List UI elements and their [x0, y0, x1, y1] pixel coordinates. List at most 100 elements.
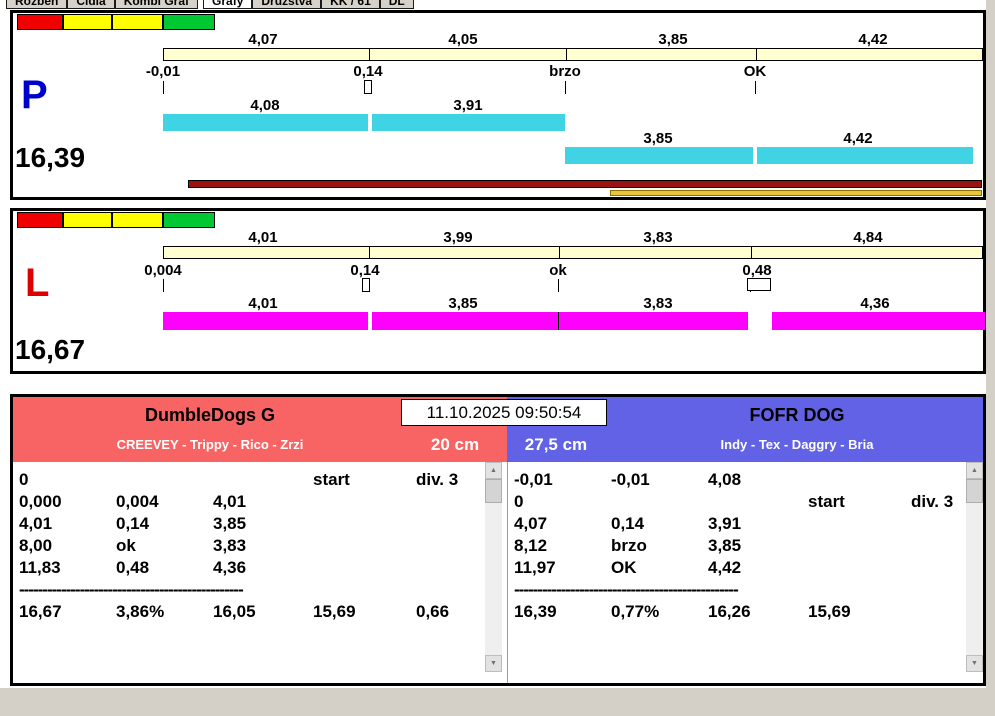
cell: 16,67	[19, 602, 62, 621]
cell: start	[313, 470, 350, 489]
table-row: -0,01 -0,01 4,08	[514, 470, 974, 490]
tick-mark	[558, 279, 559, 292]
cell: 0	[514, 492, 524, 511]
tick-label: -0,01	[145, 63, 181, 80]
cell: 0,004	[116, 492, 159, 511]
tick-label: 0,48	[742, 262, 772, 279]
cell: 8,12	[514, 536, 548, 555]
left-team-members: CREEVEY - Trippy - Rico - Zrzi	[116, 437, 304, 452]
cell	[313, 536, 416, 556]
ruler-divider	[369, 247, 370, 258]
progress-bar-gold	[610, 190, 982, 196]
legend-yellow-box	[63, 212, 112, 228]
segment-time: 3,83	[643, 295, 673, 312]
cell: ok	[116, 536, 136, 555]
timestamp-box: 11.10.2025 09:50:54	[401, 399, 607, 426]
time-bar-magenta	[772, 312, 985, 330]
cell: 0,77%	[611, 602, 660, 621]
cell: 4,01	[19, 514, 53, 533]
cell	[313, 514, 416, 534]
legend-red-box	[17, 14, 63, 30]
cell: 4,36	[213, 558, 247, 577]
cell: 4,07	[514, 514, 548, 533]
ruler-bar	[163, 246, 983, 259]
tab-bar: Rozbeh Cidla Kombi Graf Grafy Družstva K…	[6, 0, 566, 9]
cell: 3,85	[213, 514, 247, 533]
cell: 0,48	[116, 558, 150, 577]
table-total-row: 16,39 0,77% 16,26 15,69	[514, 602, 974, 622]
table-row: 8,00 ok 3,83	[19, 536, 479, 556]
legend-red-box	[17, 212, 63, 228]
ruler-divider	[756, 49, 757, 60]
marker-box	[364, 80, 372, 94]
tick-label: OK	[743, 63, 767, 80]
table-row: 11,83 0,48 4,36	[19, 558, 479, 578]
tab-kk-61[interactable]: KK / 61	[321, 0, 380, 9]
tick-mark	[565, 81, 566, 94]
tick-label: ok	[549, 262, 567, 279]
status-legend-l	[17, 212, 215, 228]
scrollbar-thumb[interactable]	[485, 479, 502, 503]
left-results-table: 0 start div. 3 0,000 0,004 4,01 4,01 0,1…	[13, 462, 502, 683]
panel-l: 4,01 3,99 3,83 4,84 0,004 0,14 ok 0,48 4…	[10, 208, 986, 374]
scrollbar[interactable]: ▲ ▼	[966, 462, 983, 672]
panel-p: 4,07 4,05 3,85 4,42 -0,01 0,14 brzo OK 4…	[10, 10, 986, 200]
table-separator: ----------------------------------------…	[514, 580, 739, 599]
scrollbar[interactable]: ▲ ▼	[485, 462, 502, 672]
right-jump-height: 27,5 cm	[524, 435, 588, 454]
right-team-members: Indy - Tex - Daggry - Bria	[720, 437, 874, 452]
ruler-value: 4,05	[448, 31, 478, 48]
tab-kombi-graf[interactable]: Kombi Graf	[114, 0, 199, 9]
status-legend-p	[17, 14, 215, 30]
cell	[808, 470, 911, 490]
cell	[808, 536, 911, 556]
scroll-up-icon[interactable]: ▲	[966, 462, 983, 479]
cell: 0,14	[611, 514, 645, 533]
ruler-value: 4,42	[858, 31, 888, 48]
tab-rozbeh[interactable]: Rozbeh	[6, 0, 68, 9]
cell	[416, 492, 496, 512]
cell	[313, 492, 416, 512]
scroll-down-icon[interactable]: ▼	[485, 655, 502, 672]
cell: 4,42	[708, 558, 742, 577]
tab-druzstva[interactable]: Družstva	[252, 0, 322, 9]
tab-cidla[interactable]: Cidla	[67, 0, 115, 9]
cell: 0,14	[116, 514, 150, 533]
segment-time: 4,01	[248, 295, 278, 312]
cell: 3,91	[708, 514, 742, 533]
ruler-value: 4,07	[248, 31, 278, 48]
scrollbar-thumb[interactable]	[966, 479, 983, 503]
cell: 16,39	[514, 602, 557, 621]
cell	[808, 514, 911, 534]
time-bar-cyan	[372, 114, 565, 131]
ruler-divider	[559, 247, 560, 258]
marker-box	[362, 278, 370, 292]
tab-dl[interactable]: DL	[379, 0, 414, 9]
table-row: 0 start div. 3	[19, 470, 479, 490]
legend-yellow-box-2	[112, 212, 163, 228]
segment-time: 3,85	[643, 130, 673, 147]
legend-yellow-box-2	[112, 14, 163, 30]
window-edge-right	[986, 0, 995, 690]
segment-time: 3,85	[448, 295, 478, 312]
cell: 4,08	[708, 470, 742, 489]
cell: 11,83	[19, 558, 61, 577]
table-row: 0 start div. 3	[514, 492, 974, 512]
time-bar-cyan	[565, 147, 753, 164]
cell	[416, 514, 496, 534]
ruler-divider	[369, 49, 370, 60]
legend-green-box	[163, 14, 215, 30]
cell: 0	[19, 470, 29, 489]
timestamp: 11.10.2025 09:50:54	[426, 402, 582, 422]
tab-row: Rozbeh Cidla Kombi Graf Grafy Družstva K…	[6, 0, 414, 9]
cell	[116, 470, 213, 490]
cell	[808, 558, 911, 578]
left-team-name: DumbleDogs G	[144, 405, 275, 425]
scroll-down-icon[interactable]: ▼	[966, 655, 983, 672]
tick-mark	[163, 279, 164, 292]
tab-grafy[interactable]: Grafy	[203, 0, 253, 9]
bar-divider	[558, 312, 559, 330]
cell	[611, 492, 708, 512]
scroll-up-icon[interactable]: ▲	[485, 462, 502, 479]
right-results-table: -0,01 -0,01 4,08 0 start div. 3 4,07 0,1…	[507, 462, 983, 683]
